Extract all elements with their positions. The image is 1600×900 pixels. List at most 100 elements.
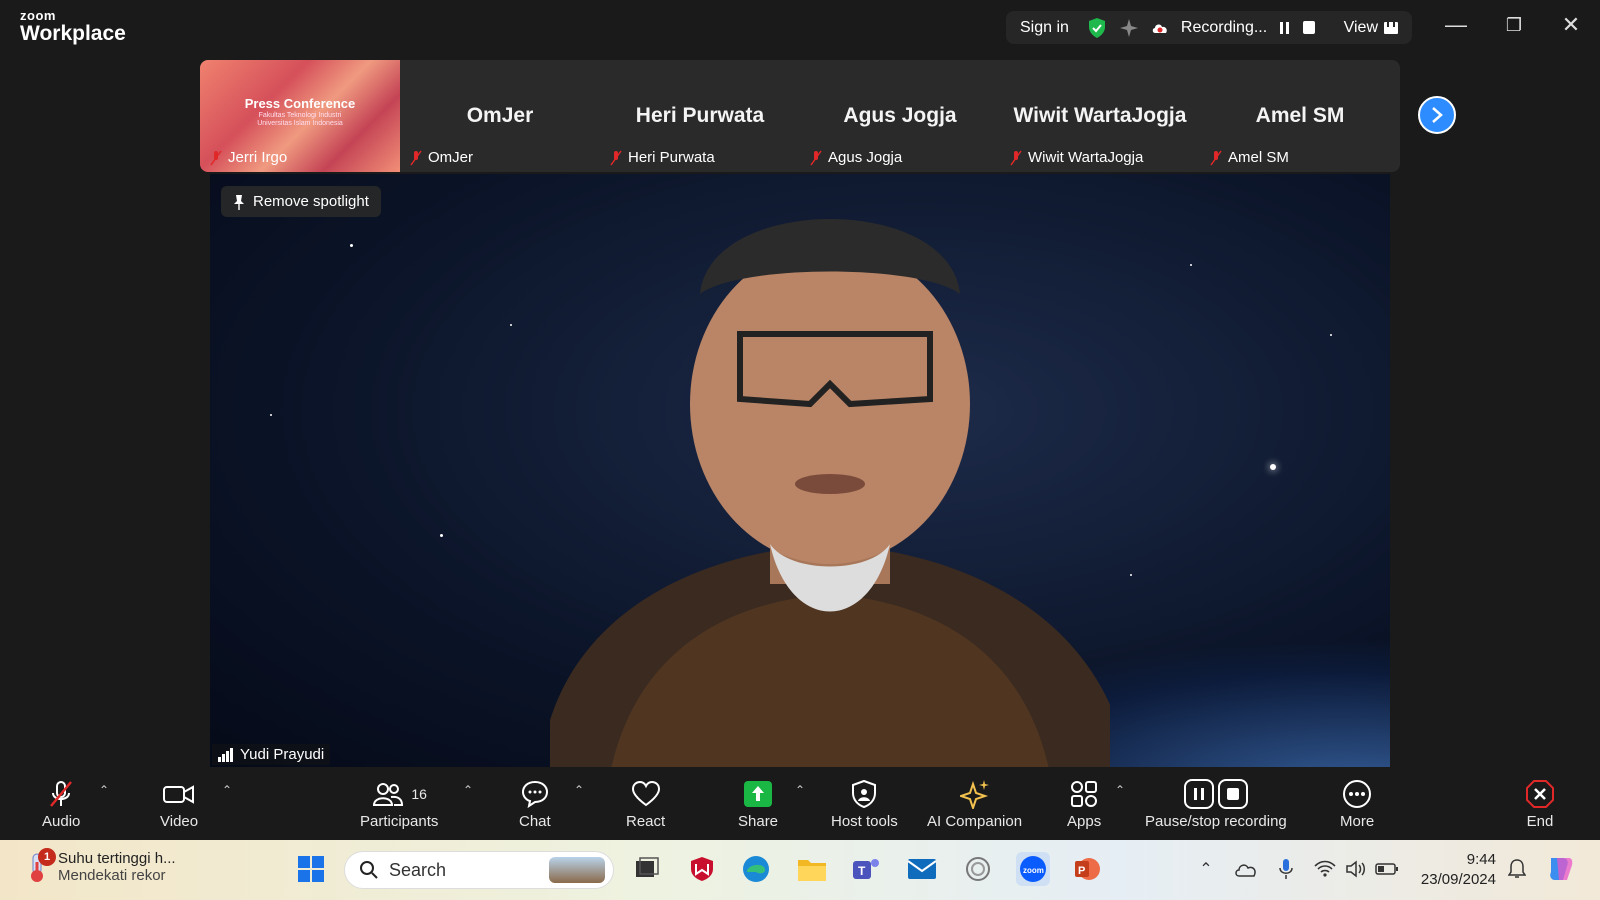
onedrive-icon[interactable] [1229,852,1263,886]
video-label: Video [160,813,199,830]
recording-status: Recording... [1180,18,1268,36]
shared-slide-subtitle: Fakultas Teknologi Industri Universitas … [257,112,343,127]
weather-subtitle: Mendekati rekor [58,867,166,884]
participant-big-name: Wiwit WartaJogja [1013,104,1187,127]
chat-button[interactable]: Chat [519,779,551,830]
security-shield-icon[interactable] [1087,17,1107,39]
teams-icon[interactable]: T [849,852,883,886]
windows-taskbar: 1 Suhu tertinggi h... Mendekati rekor Se… [0,840,1600,900]
spotlight-video[interactable] [210,174,1390,767]
show-hidden-icons[interactable]: ⌃ [1189,852,1223,886]
speaker-name: Yudi Prayudi [240,746,325,763]
search-highlight-image [549,857,605,883]
more-label: More [1340,813,1375,830]
apps-button[interactable]: Apps [1067,779,1101,830]
system-clock[interactable]: 9:44 23/09/2024 [1416,850,1496,890]
video-options-caret[interactable]: ⌃ [222,783,232,797]
signal-strength-icon [218,747,233,762]
video-button[interactable]: Video [160,779,198,830]
remove-spotlight-button[interactable]: Remove spotlight [221,186,381,217]
wifi-icon[interactable] [1308,852,1342,886]
pause-recording-icon[interactable] [1279,21,1291,35]
ai-sparkle-icon [959,780,989,809]
minimize-icon[interactable]: — [1436,12,1476,38]
view-button[interactable]: View [1344,19,1398,37]
volume-icon[interactable] [1339,852,1373,886]
svg-text:T: T [858,864,866,878]
chat-label: Chat [519,813,551,830]
participant-tile-heri[interactable]: Heri Purwata Heri Purwata [600,60,800,172]
speaker-name-tag: Yudi Prayudi [212,744,331,765]
react-label: React [626,813,666,830]
edge-browser-icon[interactable] [739,852,773,886]
participant-name: Jerri Irgo [228,149,288,166]
participant-tile-amel[interactable]: Amel SM Amel SM [1200,60,1400,172]
participant-big-name: Heri Purwata [635,104,765,127]
windows-logo-icon [298,856,324,882]
muted-mic-icon [50,781,73,807]
end-label: End [1526,813,1554,830]
weather-alert-badge: 1 [38,848,56,866]
more-dots-icon [1343,780,1372,808]
more-button[interactable]: More [1340,779,1374,830]
svg-text:P: P [1078,865,1085,877]
audio-options-caret[interactable]: ⌃ [99,783,109,797]
view-label: View [1343,18,1378,36]
audio-label: Audio [42,813,81,830]
participant-big-name: Amel SM [1255,104,1345,127]
participant-name: Amel SM [1228,149,1289,166]
participant-tile-agus[interactable]: Agus Jogja Agus Jogja [800,60,1000,172]
share-options-caret[interactable]: ⌃ [795,783,805,797]
shield-icon [852,779,877,809]
cloud-recording-icon [1152,23,1167,33]
mcafee-icon[interactable] [685,852,719,886]
participants-button[interactable]: 16 Participants [360,779,438,830]
participant-tile-omjer[interactable]: OmJer OmJer [400,60,600,172]
meeting-toolbar: Audio ⌃ Video ⌃ 16 Participants ⌃ Chat ⌃… [0,769,1600,840]
copilot-icon[interactable] [1543,852,1577,886]
heart-icon [631,780,660,807]
app-ring-icon[interactable] [961,852,995,886]
microphone-icon[interactable] [1269,852,1303,886]
meeting-status-bar: Sign in Recording... View [1006,11,1412,44]
next-page-button[interactable] [1418,96,1456,134]
stop-recording-icon[interactable] [1303,21,1316,34]
pause-stop-recording-button[interactable]: Pause/stop recording [1145,779,1287,830]
task-view-icon[interactable] [630,852,664,886]
pause-icon [1183,779,1214,809]
mail-icon[interactable] [905,852,939,886]
muted-mic-icon [410,150,422,165]
chevron-right-icon [1432,107,1443,123]
restore-icon[interactable]: ❐ [1494,15,1534,36]
ai-companion-button[interactable]: AI Companion [927,779,1022,830]
sign-in-button[interactable]: Sign in [1020,19,1069,37]
share-button[interactable]: Share [738,779,778,830]
logo-top: zoom [20,8,56,23]
zoom-app-icon[interactable]: zoom [1016,852,1050,886]
windows-start-icon[interactable] [294,852,328,886]
end-x-icon [1526,780,1554,808]
participant-tile-wiwit[interactable]: Wiwit WartaJogja Wiwit WartaJogja [1000,60,1200,172]
host-tools-button[interactable]: Host tools [831,779,898,830]
participant-name: Wiwit WartaJogja [1028,149,1144,166]
audio-button[interactable]: Audio [42,779,80,830]
participants-options-caret[interactable]: ⌃ [463,783,473,797]
powerpoint-icon[interactable]: P [1070,852,1104,886]
end-meeting-button[interactable]: End [1525,779,1555,830]
share-label: Share [738,813,779,830]
participant-tile-jerri[interactable]: Press Conference Fakultas Teknologi Indu… [200,60,400,172]
close-icon[interactable]: ✕ [1551,12,1591,38]
battery-icon[interactable] [1370,852,1404,886]
file-explorer-icon[interactable] [795,852,829,886]
chat-options-caret[interactable]: ⌃ [574,783,584,797]
ai-sparkle-icon[interactable] [1119,18,1139,38]
participant-name: Agus Jogja [828,149,903,166]
recording-label: Pause/stop recording [1145,813,1287,830]
clock-time: 9:44 [1466,851,1496,868]
taskbar-search[interactable]: Search [344,851,614,889]
notification-bell-icon[interactable] [1500,852,1534,886]
apps-options-caret[interactable]: ⌃ [1115,783,1125,797]
weather-widget[interactable]: 1 Suhu tertinggi h... Mendekati rekor [24,848,176,884]
participants-label: Participants [360,813,439,830]
react-button[interactable]: React [626,779,665,830]
